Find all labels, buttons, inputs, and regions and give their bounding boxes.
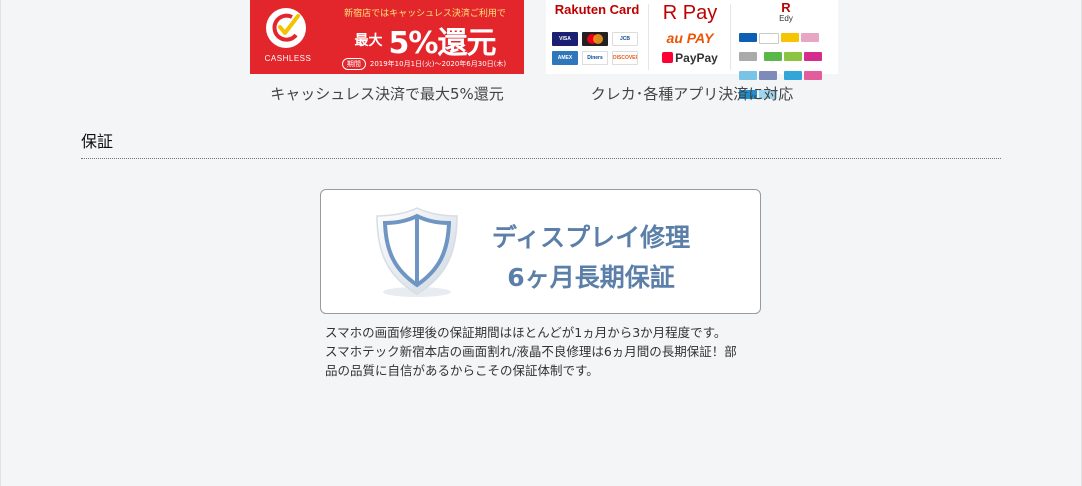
emoney-logo	[804, 71, 823, 80]
jcb-logo: JCB	[612, 32, 638, 46]
paypay-icon	[662, 52, 674, 63]
emoney-logo	[804, 52, 823, 61]
emoney-logo	[801, 33, 819, 42]
emoney-logo	[784, 71, 803, 80]
cashless-period-dates: 2019年10月1日(火)〜2020年6月30日(木)	[369, 60, 507, 68]
cashless-period-label: 期間	[341, 58, 366, 70]
cashless-logo-text: CASHLESS	[264, 54, 312, 63]
emoney-logo	[784, 52, 803, 61]
section-title-warranty: 保証	[81, 132, 114, 151]
page-left-border	[0, 0, 1, 486]
id-logo	[781, 33, 799, 42]
warranty-duration: 6ヶ月長期保証	[507, 263, 675, 292]
checkmark-icon	[272, 13, 300, 42]
app-payments-column: R Pay au PAY PayPay	[654, 0, 726, 74]
amex-logo: AMEX	[552, 51, 578, 65]
diners-club-logo: Diners Club	[582, 51, 608, 65]
cashless-caption: キャッシュレス決済で最大5%還元	[270, 85, 504, 103]
au-pay-logo: au PAY	[666, 30, 714, 46]
manaca-logo	[759, 71, 777, 80]
rakuten-r-icon: R	[781, 0, 791, 15]
cashless-rate: 最大 5%還元	[330, 18, 520, 62]
rakuten-card-logo: Rakuten Card	[554, 2, 640, 17]
divider	[730, 4, 731, 70]
payment-methods-banner: Rakuten Card VISA JCB AMEX Diners Club DISC…	[546, 0, 838, 99]
apple-pay-logo	[759, 33, 779, 44]
section-divider	[81, 158, 1001, 159]
edy-logo: Edy	[779, 14, 793, 23]
description-line: スマホテック新宿本店の画面割れ/液晶不良修理は6ヵ月間の長期保証！部	[325, 344, 737, 359]
quicpay-logo	[739, 33, 757, 42]
warranty-title: ディスプレイ修理	[491, 223, 691, 252]
visa-logo: VISA	[552, 32, 578, 46]
rakuten-pay-logo: R Pay	[662, 2, 718, 24]
description-line: 品の品質に自信があるからこその保証体制です。	[325, 363, 599, 378]
discover-logo: DISCOVER	[612, 51, 638, 65]
card-brand-grid: VISA JCB AMEX Diners Club DISCOVER	[550, 30, 642, 68]
cashless-logo: CASHLESS	[262, 6, 314, 68]
payment-caption: クレカ･各種アプリ決済に対応	[590, 85, 794, 103]
e-money-column: R Edy	[736, 0, 836, 99]
credit-cards-column: Rakuten Card VISA JCB AMEX Diners Club DISC…	[546, 0, 644, 74]
description-line: スマホの画面修理後の保証期間はほとんどが1ヵ月から3か月程度です。	[325, 325, 727, 340]
cashless-max-label: 最大	[354, 33, 383, 49]
divider	[648, 4, 649, 70]
mastercard-logo	[582, 32, 608, 46]
cashless-period: 期間 2019年10月1日(火)〜2020年6月30日(木)	[326, 58, 522, 71]
shield-icon	[376, 207, 458, 297]
paypay-logo: PayPay	[654, 51, 726, 65]
cashless-campaign-banner: CASHLESS 新宿店ではキャッシュレス決済ご利用で 最大 5%還元 期間 201…	[250, 0, 524, 74]
emoney-logo	[764, 52, 783, 61]
emoney-logo	[739, 52, 757, 61]
warranty-description: スマホの画面修理後の保証期間はほとんどが1ヵ月から3か月程度です。 スマホテック…	[325, 323, 757, 380]
warranty-banner: ディスプレイ修理 6ヶ月長期保証	[320, 189, 761, 314]
emoney-logo	[739, 71, 757, 80]
cashless-percent: 5%還元	[388, 26, 497, 61]
